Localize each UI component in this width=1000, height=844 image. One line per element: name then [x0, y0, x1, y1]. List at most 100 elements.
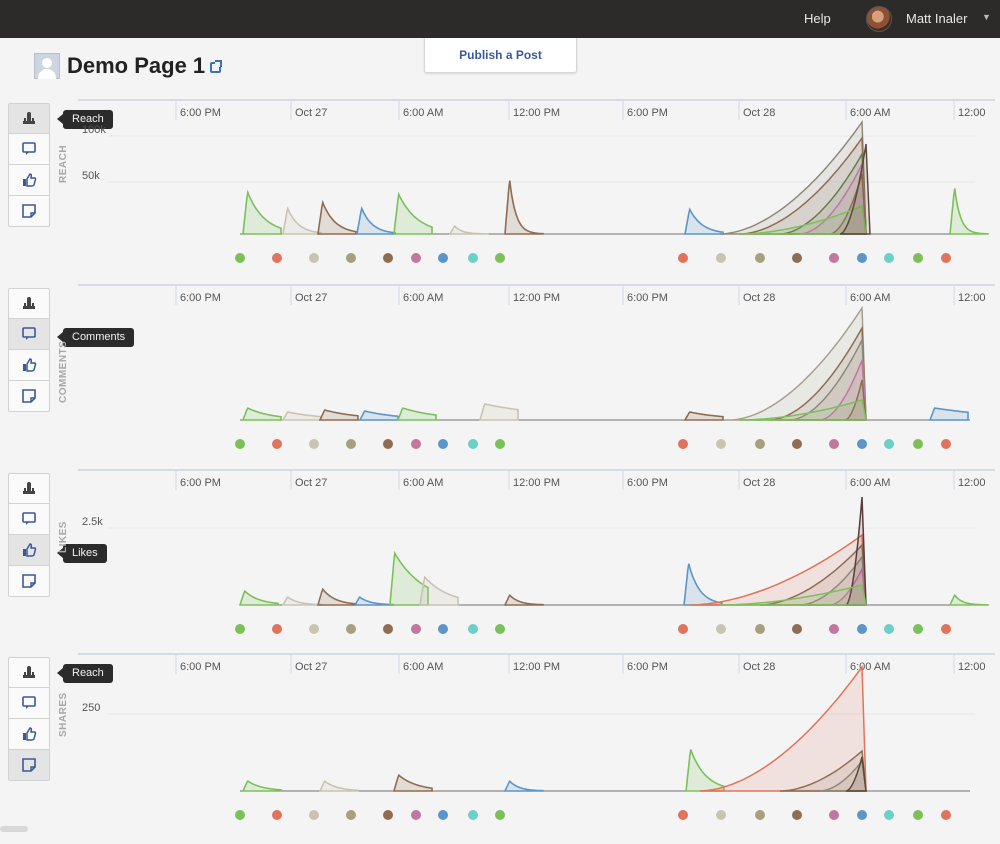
post-marker[interactable]: [235, 624, 245, 634]
post-marker[interactable]: [438, 624, 448, 634]
chart-comments: 6:00 PM Oct 27 6:00 AM 12:00 PM 6:00 PM Oct 2…: [78, 284, 995, 449]
post-marker[interactable]: [913, 439, 923, 449]
post-marker[interactable]: [438, 253, 448, 263]
post-marker[interactable]: [495, 439, 505, 449]
post-marker[interactable]: [716, 624, 726, 634]
post-marker[interactable]: [438, 439, 448, 449]
post-marker[interactable]: [235, 439, 245, 449]
horizontal-scrollbar[interactable]: [0, 826, 28, 832]
post-marker[interactable]: [884, 810, 894, 820]
post-marker[interactable]: [346, 439, 356, 449]
post-marker[interactable]: [857, 624, 867, 634]
external-link-icon[interactable]: [210, 60, 222, 73]
page-title[interactable]: Demo Page 1: [67, 53, 205, 79]
post-marker[interactable]: [272, 253, 282, 263]
post-marker[interactable]: [272, 624, 282, 634]
post-marker[interactable]: [678, 253, 688, 263]
post-marker[interactable]: [755, 810, 765, 820]
user-avatar[interactable]: [866, 6, 892, 32]
post-marker[interactable]: [792, 810, 802, 820]
help-link[interactable]: Help: [804, 11, 831, 26]
post-marker[interactable]: [941, 624, 951, 634]
post-marker[interactable]: [678, 624, 688, 634]
post-marker[interactable]: [857, 253, 867, 263]
post-marker[interactable]: [884, 253, 894, 263]
post-marker[interactable]: [272, 439, 282, 449]
time-tick-label: 12:00: [958, 661, 986, 673]
post-marker[interactable]: [792, 439, 802, 449]
page-profile-picture[interactable]: [34, 53, 60, 79]
post-marker[interactable]: [411, 439, 421, 449]
series-spike: [282, 206, 322, 235]
post-marker[interactable]: [346, 624, 356, 634]
post-marker[interactable]: [678, 439, 688, 449]
post-marker[interactable]: [346, 810, 356, 820]
post-marker[interactable]: [941, 253, 951, 263]
post-marker[interactable]: [468, 253, 478, 263]
post-marker[interactable]: [309, 439, 319, 449]
series-spike: [928, 407, 969, 421]
post-marker[interactable]: [411, 624, 421, 634]
post-marker[interactable]: [235, 810, 245, 820]
time-tick-label: 6:00 PM: [180, 107, 221, 119]
post-marker[interactable]: [857, 810, 867, 820]
series-spike: [948, 593, 989, 606]
post-marker[interactable]: [383, 439, 393, 449]
time-tick-label: 12:00: [958, 477, 986, 489]
post-marker[interactable]: [755, 439, 765, 449]
post-marker[interactable]: [678, 810, 688, 820]
post-marker[interactable]: [884, 439, 894, 449]
post-marker[interactable]: [829, 439, 839, 449]
series-spike: [358, 410, 399, 421]
post-marker[interactable]: [309, 624, 319, 634]
post-marker[interactable]: [755, 253, 765, 263]
post-marker[interactable]: [884, 624, 894, 634]
post-marker[interactable]: [829, 253, 839, 263]
post-marker[interactable]: [829, 624, 839, 634]
post-marker[interactable]: [235, 253, 245, 263]
post-marker[interactable]: [495, 810, 505, 820]
post-marker[interactable]: [309, 253, 319, 263]
time-tick-label: 6:00 PM: [180, 292, 221, 304]
post-marker[interactable]: [941, 810, 951, 820]
post-marker[interactable]: [468, 810, 478, 820]
post-marker[interactable]: [716, 439, 726, 449]
post-marker[interactable]: [346, 253, 356, 263]
post-marker[interactable]: [716, 810, 726, 820]
publish-post-button[interactable]: Publish a Post: [424, 38, 577, 73]
post-marker[interactable]: [829, 810, 839, 820]
series-spike: [503, 779, 544, 792]
y-tick-label: 2.5k: [82, 516, 103, 528]
time-tick-label: Oct 27: [295, 661, 327, 673]
post-marker[interactable]: [495, 253, 505, 263]
user-name-menu[interactable]: Matt Inaler: [906, 11, 967, 26]
post-marker[interactable]: [716, 253, 726, 263]
time-tick-label: 6:00 PM: [627, 477, 668, 489]
post-marker[interactable]: [383, 253, 393, 263]
post-marker[interactable]: [383, 624, 393, 634]
metric-panel-likes: Likes LIKES 6:00 PM Oct 27 6:00 AM 12:00 PM 6:…: [0, 468, 1000, 648]
post-marker[interactable]: [309, 810, 319, 820]
series-spike: [241, 779, 282, 792]
post-marker[interactable]: [913, 810, 923, 820]
time-tick-label: 6:00 AM: [403, 292, 443, 304]
post-marker[interactable]: [468, 439, 478, 449]
post-marker[interactable]: [468, 624, 478, 634]
post-marker[interactable]: [755, 624, 765, 634]
post-marker[interactable]: [792, 253, 802, 263]
series-spike: [504, 180, 544, 235]
post-marker[interactable]: [857, 439, 867, 449]
post-marker[interactable]: [383, 810, 393, 820]
post-marker[interactable]: [438, 810, 448, 820]
post-marker[interactable]: [913, 253, 923, 263]
caret-down-icon[interactable]: ▼: [982, 12, 991, 22]
post-marker[interactable]: [411, 253, 421, 263]
post-marker[interactable]: [792, 624, 802, 634]
post-marker[interactable]: [913, 624, 923, 634]
post-marker[interactable]: [272, 810, 282, 820]
post-marker[interactable]: [495, 624, 505, 634]
post-marker[interactable]: [411, 810, 421, 820]
post-marker[interactable]: [941, 439, 951, 449]
time-tick-label: 6:00 PM: [627, 661, 668, 673]
series-spike: [242, 189, 282, 235]
